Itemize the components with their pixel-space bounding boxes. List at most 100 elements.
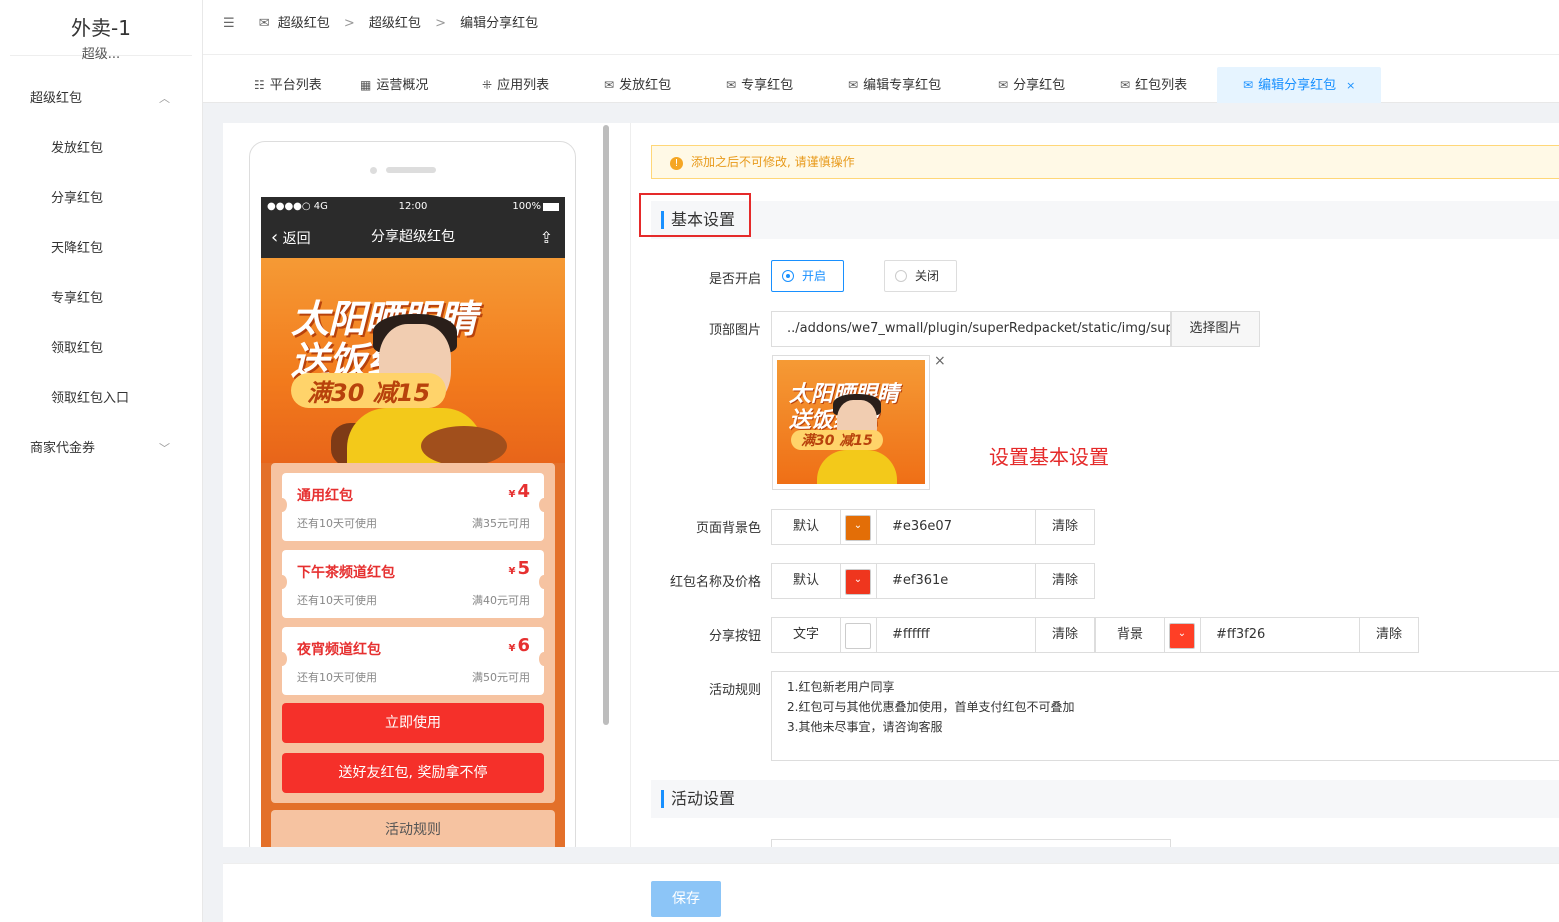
menu-group-vouchers[interactable]: 商家代金券 ﹀	[0, 424, 202, 474]
activity-rules-button[interactable]: 活动规则	[271, 810, 555, 847]
radio-label: 开启	[802, 269, 827, 283]
tab-exclusive-redpacket[interactable]: ✉ 专享红包	[726, 67, 793, 103]
coupon-name: 夜宵频道红包	[297, 642, 381, 658]
battery-icon	[543, 203, 559, 211]
sidebar-item-issue[interactable]: 发放红包	[0, 124, 202, 174]
share-text-color-group: 文字 #ffffff 清除	[771, 617, 1095, 653]
share-friend-button[interactable]: 送好友红包, 奖励拿不停	[282, 753, 544, 793]
chevron-down-icon: ⌄	[853, 520, 863, 531]
envelope-icon: ✉	[998, 78, 1009, 92]
tab-label: 专享红包	[741, 78, 794, 93]
tab-issue-redpacket[interactable]: ✉ 发放红包	[604, 67, 671, 103]
coupon-validity: 还有10天可使用	[297, 594, 377, 607]
use-now-button[interactable]: 立即使用	[282, 703, 544, 743]
chevron-down-icon: ﹀	[159, 442, 170, 455]
collapse-icon[interactable]: ☰	[223, 0, 235, 48]
phone-title: 分享超级红包	[371, 229, 455, 245]
menu-group-super-redpacket[interactable]: 超级红包 ︿	[0, 74, 202, 124]
breadcrumb-separator: >	[343, 16, 355, 31]
clear-button[interactable]: 清除	[1360, 618, 1418, 652]
page-bg-label: 页面背景色	[695, 521, 761, 536]
enable-on-radio[interactable]: 开启	[771, 260, 844, 292]
tab-redpacket-list[interactable]: ✉ 红包列表	[1120, 67, 1187, 103]
rules-textarea[interactable]: 1.红包新老用户同享 2.红包可与其他优惠叠加使用，首单支付红包不可叠加 3.其…	[771, 671, 1559, 761]
warning-icon: !	[670, 157, 683, 170]
coupon-validity: 还有10天可使用	[297, 671, 377, 684]
close-tab-icon[interactable]: ×	[1346, 79, 1355, 92]
radio-icon	[782, 270, 794, 282]
bg-label: 背景	[1096, 618, 1165, 652]
color-swatch[interactable]: ⌄	[845, 569, 871, 595]
sidebar-item-claim[interactable]: 领取红包	[0, 324, 202, 374]
footer-bar: 保存	[223, 863, 1559, 922]
radio-label: 关闭	[915, 269, 940, 283]
color-swatch[interactable]: ⌄	[845, 515, 871, 541]
coupon-amount: ¥5	[509, 558, 531, 579]
envelope-icon: ✉	[604, 78, 615, 92]
currency-symbol: ¥	[508, 643, 516, 654]
tab-share-redpacket[interactable]: ✉ 分享红包	[998, 67, 1065, 103]
share-bg-color-group: 背景 ⌄ #ff3f26 清除	[1095, 617, 1419, 653]
clear-button[interactable]: 清除	[1036, 564, 1094, 598]
save-button[interactable]: 保存	[651, 881, 721, 917]
sidebar-item-drop[interactable]: 天降红包	[0, 224, 202, 274]
remove-image-icon[interactable]: ×	[934, 353, 946, 369]
menu-group-label: 超级红包	[30, 91, 83, 106]
clear-button[interactable]: 清除	[1036, 510, 1094, 544]
warning-text: 添加之后不可修改, 请谨慎操作	[691, 155, 855, 169]
breadcrumb-item[interactable]: 超级红包	[278, 16, 330, 31]
color-hex-input[interactable]: #ffffff	[876, 618, 1036, 652]
tab-edit-share-redpacket[interactable]: ✉ 编辑分享红包 ×	[1217, 67, 1382, 103]
sidebar-item-claim-entry[interactable]: 领取红包入口	[0, 374, 202, 424]
sidebar-item-share[interactable]: 分享红包	[0, 174, 202, 224]
enable-off-radio[interactable]: 关闭	[884, 260, 957, 292]
phone-status-bar: ●●●●○ 4G 12:00 100%	[261, 197, 565, 217]
apps-icon: ⁜	[482, 78, 493, 92]
tab-edit-exclusive[interactable]: ✉ 编辑专享红包	[848, 67, 941, 103]
text-label: 文字	[772, 618, 841, 652]
default-button[interactable]: 默认	[772, 510, 841, 544]
coupon-card[interactable]: 通用红包 ¥4 还有10天可使用 满35元可用	[277, 473, 549, 541]
tab-operations[interactable]: ▦ 运营概况	[360, 67, 428, 103]
coupon-validity: 还有10天可使用	[297, 517, 377, 530]
tab-platform-list[interactable]: ☷ 平台列表	[254, 67, 322, 103]
color-swatch[interactable]	[845, 623, 871, 649]
phone-speaker	[370, 166, 436, 174]
next-input-field[interactable]	[771, 839, 1171, 847]
top-image-path-input[interactable]: ../addons/we7_wmall/plugin/superRedpacke…	[771, 311, 1171, 347]
color-swatch[interactable]: ⌄	[1169, 623, 1195, 649]
chevron-down-icon: ⌄	[1177, 628, 1187, 639]
share-icon[interactable]: ⇪	[540, 217, 553, 258]
grid-icon: ▦	[360, 78, 372, 92]
envelope-icon: ✉	[258, 16, 270, 31]
thumbnail-image: 太阳晒眼睛 送饭给你 满30 减15	[777, 360, 925, 484]
color-hex-input[interactable]: #ef361e	[876, 564, 1036, 598]
coupon-name: 通用红包	[297, 488, 353, 504]
warning-alert: ! 添加之后不可修改, 请谨慎操作	[651, 145, 1559, 179]
tab-label: 编辑分享红包	[1258, 78, 1337, 93]
coupon-condition: 满40元可用	[472, 594, 530, 607]
color-hex-input[interactable]: #ff3f26	[1200, 618, 1360, 652]
breadcrumb-item-current: 编辑分享红包	[460, 16, 539, 31]
tab-label: 平台列表	[269, 78, 322, 93]
coupon-card[interactable]: 夜宵频道红包 ¥6 还有10天可使用 满50元可用	[277, 627, 549, 695]
preview-scrollbar[interactable]	[603, 125, 609, 725]
envelope-icon: ✉	[1120, 78, 1131, 92]
tab-app-list[interactable]: ⁜ 应用列表	[482, 67, 549, 103]
phone-screen: ●●●●○ 4G 12:00 100% ‹ 返回 分享超级红包 ⇪ 太阳晒眼睛 …	[261, 197, 565, 847]
choose-image-button[interactable]: 选择图片	[1171, 311, 1260, 347]
envelope-icon: ✉	[848, 78, 859, 92]
sidebar-item-exclusive[interactable]: 专享红包	[0, 274, 202, 324]
color-hex-input[interactable]: #e36e07	[876, 510, 1036, 544]
coupon-card[interactable]: 下午茶频道红包 ¥5 还有10天可使用 满40元可用	[277, 550, 549, 618]
clear-button[interactable]: 清除	[1036, 618, 1094, 652]
annotation-text: 设置基本设置	[989, 445, 1109, 469]
name-price-color-group: 默认 ⌄ #ef361e 清除	[771, 563, 1095, 599]
envelope-icon: ✉	[1243, 78, 1254, 92]
section-activity-settings: 活动设置	[651, 780, 1559, 818]
breadcrumb-separator: >	[435, 16, 446, 31]
page-bg-color-group: 默认 ⌄ #e36e07 清除	[771, 509, 1095, 545]
default-button[interactable]: 默认	[772, 564, 841, 598]
breadcrumb-item[interactable]: 超级红包	[369, 16, 421, 31]
thumb-jacket	[817, 450, 897, 484]
